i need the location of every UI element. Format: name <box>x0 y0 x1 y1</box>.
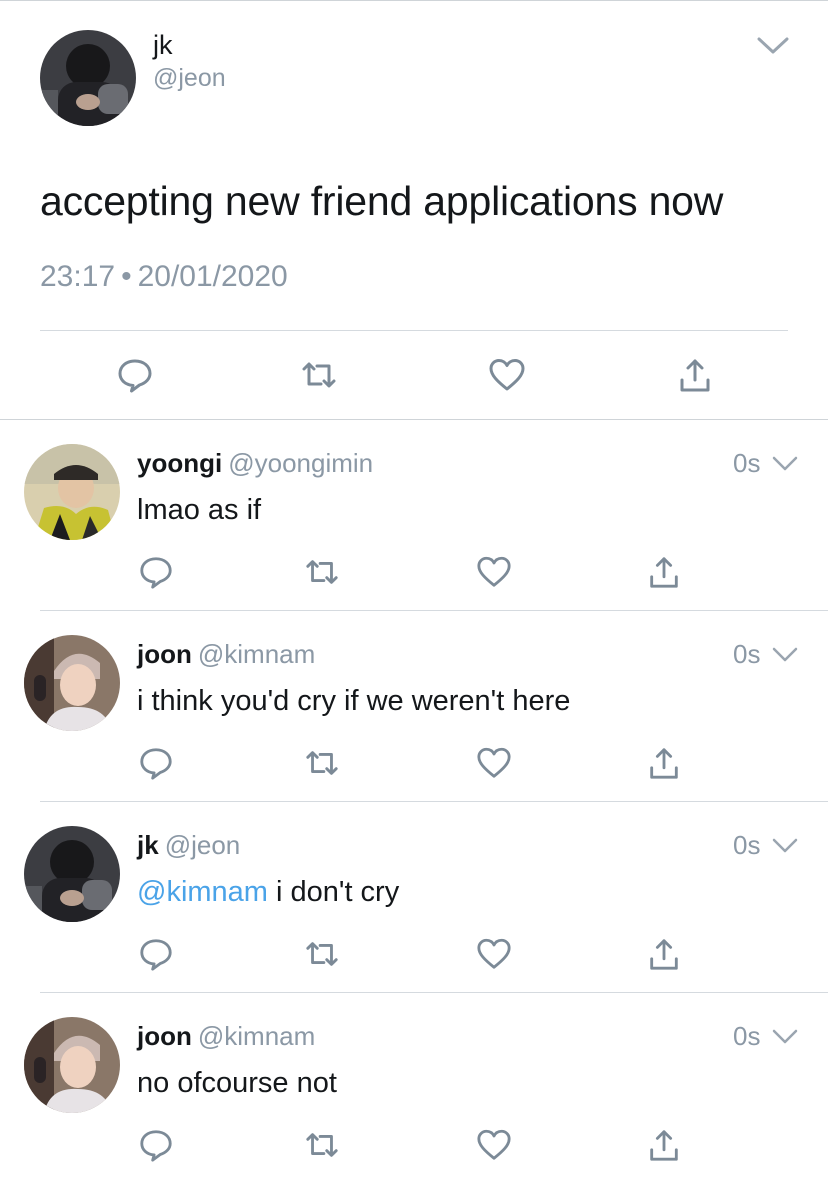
author-name[interactable]: jk <box>153 30 173 61</box>
reply-icon[interactable] <box>116 356 154 394</box>
tweet-text: accepting new friend applications now <box>40 178 724 224</box>
reply-time: 0s <box>733 448 761 478</box>
reply-author-name[interactable]: yoongi <box>137 448 222 478</box>
author-handle[interactable]: @jeon <box>153 64 226 93</box>
mention-link[interactable]: @kimnam <box>137 876 268 908</box>
reply-author-handle[interactable]: @kimnam <box>198 639 315 669</box>
chevron-down-icon[interactable] <box>772 456 798 472</box>
retweet-icon[interactable] <box>304 936 340 972</box>
share-icon[interactable] <box>646 554 682 590</box>
reply-body: i think you'd cry if we weren't here <box>137 685 571 717</box>
tweet-date: 20/01/2020 <box>137 260 288 293</box>
chevron-down-icon[interactable] <box>772 838 798 854</box>
reply-tweet: jk @jeon 0s @kimnam i don't cry <box>0 802 828 993</box>
reply-time: 0s <box>733 1021 761 1051</box>
retweet-icon[interactable] <box>304 554 340 590</box>
heart-icon[interactable] <box>476 745 512 781</box>
tweet-actions <box>0 350 828 402</box>
avatar[interactable] <box>24 444 120 540</box>
reply-body: lmao as if <box>137 494 262 526</box>
reply-author-handle[interactable]: @kimnam <box>198 1021 315 1051</box>
avatar[interactable] <box>24 1017 120 1113</box>
reply-icon[interactable] <box>138 554 174 590</box>
retweet-icon[interactable] <box>300 356 338 394</box>
heart-icon[interactable] <box>476 1127 512 1163</box>
reply-author-handle[interactable]: @yoongimin <box>228 448 373 478</box>
heart-icon[interactable] <box>488 356 526 394</box>
reply-tweet: joon @kimnam 0s no ofcourse not <box>0 993 828 1183</box>
reply-tweet: yoongi @yoongimin 0s lmao as if <box>0 420 828 611</box>
retweet-icon[interactable] <box>304 745 340 781</box>
reply-time: 0s <box>733 639 761 669</box>
tweet-timestamp: 23:17 • 20/01/2020 <box>40 260 288 294</box>
reply-tweet: joon @kimnam 0s i think you'd cry if we w… <box>0 611 828 802</box>
reply-text: @kimnam i don't cry <box>137 876 399 909</box>
reply-text: lmao as if <box>137 494 261 527</box>
reply-author-name[interactable]: joon <box>137 639 192 669</box>
avatar[interactable] <box>24 635 120 731</box>
retweet-icon[interactable] <box>304 1127 340 1163</box>
reply-icon[interactable] <box>138 745 174 781</box>
reply-icon[interactable] <box>138 1127 174 1163</box>
reply-header: jk @jeon <box>137 830 240 861</box>
avatar[interactable] <box>40 30 136 126</box>
reply-body: i don't cry <box>276 876 400 908</box>
heart-icon[interactable] <box>476 554 512 590</box>
reply-author-name[interactable]: joon <box>137 1021 192 1051</box>
share-icon[interactable] <box>646 745 682 781</box>
reply-icon[interactable] <box>138 936 174 972</box>
reply-text: no ofcourse not <box>137 1067 337 1100</box>
chevron-down-icon[interactable] <box>756 36 790 56</box>
tweet-time: 23:17 <box>40 260 116 293</box>
reply-body: no ofcourse not <box>137 1067 337 1099</box>
share-icon[interactable] <box>676 356 714 394</box>
reply-author-name[interactable]: jk <box>137 830 159 860</box>
reply-time: 0s <box>733 830 761 860</box>
main-tweet: jk @jeon accepting new friend applicatio… <box>0 0 828 420</box>
reply-header: joon @kimnam <box>137 1021 315 1052</box>
heart-icon[interactable] <box>476 936 512 972</box>
avatar[interactable] <box>24 826 120 922</box>
reply-header: yoongi @yoongimin <box>137 448 373 479</box>
share-icon[interactable] <box>646 936 682 972</box>
share-icon[interactable] <box>646 1127 682 1163</box>
divider <box>40 330 788 331</box>
reply-text: i think you'd cry if we weren't here <box>137 685 570 718</box>
chevron-down-icon[interactable] <box>772 647 798 663</box>
meta-separator: • <box>121 260 132 293</box>
chevron-down-icon[interactable] <box>772 1029 798 1045</box>
reply-header: joon @kimnam <box>137 639 315 670</box>
reply-author-handle[interactable]: @jeon <box>165 830 241 860</box>
